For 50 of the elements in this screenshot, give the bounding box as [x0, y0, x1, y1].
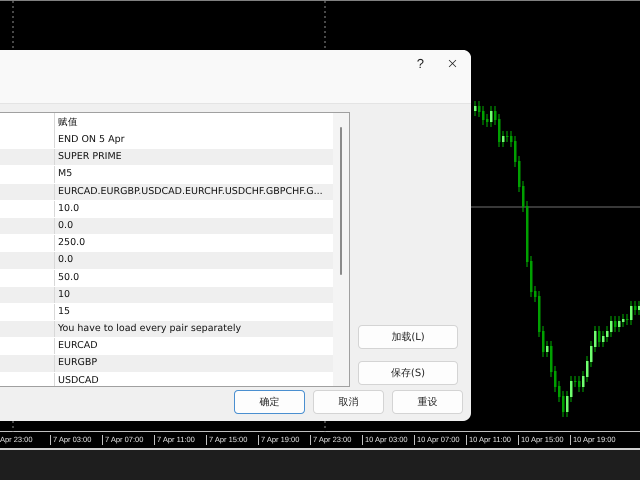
dialog-button[interactable]: 确定 — [234, 390, 305, 414]
dialog-button[interactable]: 重设 — [392, 390, 463, 414]
candlestick — [538, 290, 540, 338]
candlestick — [638, 300, 640, 316]
candlestick — [506, 130, 508, 142]
candlestick — [510, 130, 512, 148]
candlestick — [574, 376, 576, 388]
candlestick — [594, 326, 596, 352]
help-button[interactable]: ? — [416, 56, 424, 70]
scrollbar[interactable] — [333, 113, 349, 386]
candlestick — [474, 100, 476, 116]
candlestick — [630, 300, 632, 326]
candlestick — [606, 326, 608, 342]
candlestick — [502, 130, 504, 148]
candlestick — [526, 200, 528, 268]
candlestick — [522, 180, 524, 212]
candlestick — [490, 106, 492, 128]
side-button[interactable]: 保存(S) — [358, 361, 458, 385]
candlestick — [534, 286, 536, 302]
candlestick — [570, 376, 572, 402]
candlestick — [622, 314, 624, 328]
candlestick — [586, 356, 588, 382]
candlestick — [478, 100, 480, 118]
candlestick — [530, 256, 532, 298]
candlestick — [514, 136, 516, 168]
candlestick — [554, 366, 556, 392]
candlestick — [498, 114, 500, 148]
candlestick — [598, 326, 600, 348]
candlestick — [546, 340, 548, 358]
candlestick — [566, 390, 568, 418]
scrollbar-thumb[interactable] — [340, 127, 342, 275]
candlestick — [626, 314, 628, 326]
candlestick — [542, 326, 544, 358]
candlestick — [482, 106, 484, 126]
candlestick — [590, 340, 592, 368]
candlestick — [610, 316, 612, 338]
side-button[interactable]: 加载(L) — [358, 325, 458, 349]
dialog-button[interactable]: 取消 — [313, 390, 384, 414]
candlestick — [602, 330, 604, 348]
candlestick — [578, 376, 580, 392]
candlestick — [518, 156, 520, 192]
candlestick — [582, 370, 584, 392]
candlestick — [634, 300, 636, 316]
candlestick — [614, 316, 616, 332]
candlestick — [558, 380, 560, 402]
candlestick — [562, 390, 564, 418]
candlestick — [486, 114, 488, 128]
candlestick — [618, 316, 620, 332]
candlestick — [494, 106, 496, 126]
candlestick — [550, 340, 552, 378]
